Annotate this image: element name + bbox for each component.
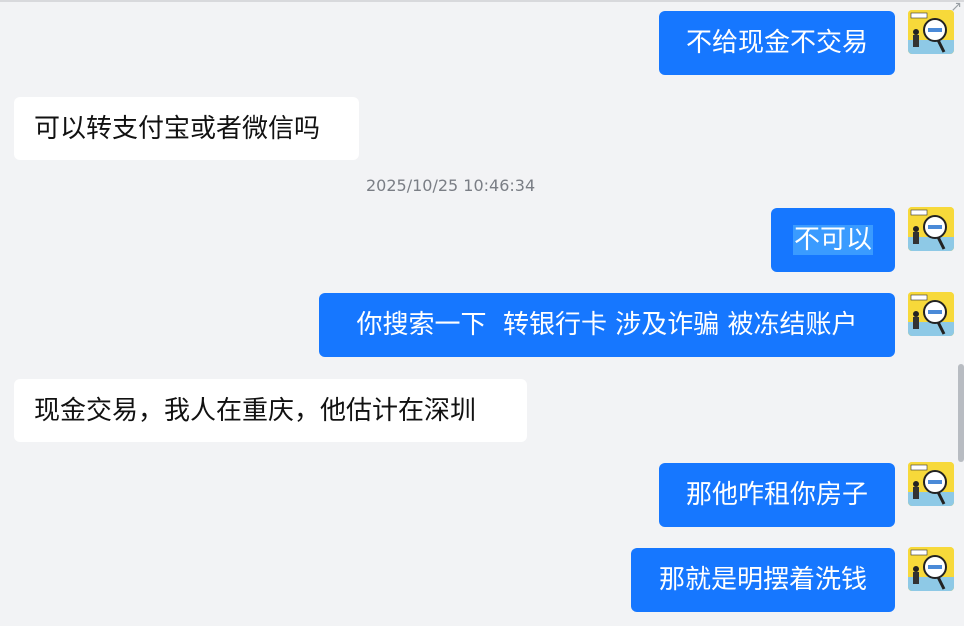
cartoon-magnifier-avatar-icon [908,10,954,54]
outgoing-message-bubble[interactable]: 不可以 [771,208,895,272]
avatar[interactable] [908,462,954,506]
message-text: 你搜索一下 转银行卡 涉及诈骗 被冻结账户 [356,310,858,340]
cartoon-magnifier-avatar-icon [908,462,954,506]
incoming-message-bubble[interactable]: 现金交易，我人在重庆，他估计在深圳 [14,379,527,442]
avatar[interactable] [908,10,954,54]
avatar[interactable] [908,547,954,591]
outgoing-message-bubble[interactable]: 那就是明摆着洗钱 [631,548,895,612]
avatar[interactable] [908,207,954,251]
avatar[interactable] [908,292,954,336]
cartoon-magnifier-avatar-icon [908,207,954,251]
outgoing-message-bubble[interactable]: 你搜索一下 转银行卡 涉及诈骗 被冻结账户 [319,293,895,357]
message-text: 可以转支付宝或者微信吗 [34,113,321,144]
outgoing-message-bubble[interactable]: 不给现金不交易 [659,11,895,75]
message-timestamp: 2025/10/25 10:46:34 [366,176,536,195]
scrollbar-track[interactable] [956,0,964,626]
cartoon-magnifier-avatar-icon [908,547,954,591]
selected-message-text[interactable]: 不可以 [792,225,873,255]
message-text: 那他咋租你房子 [685,480,868,510]
outgoing-message-bubble[interactable]: 那他咋租你房子 [659,463,895,527]
message-text: 不给现金不交易 [685,28,868,58]
message-text: 那就是明摆着洗钱 [658,565,867,595]
scrollbar-thumb[interactable] [958,364,964,462]
cartoon-magnifier-avatar-icon [908,292,954,336]
window-top-border [0,0,964,5]
message-text: 现金交易，我人在重庆，他估计在深圳 [34,395,477,426]
incoming-message-bubble[interactable]: 可以转支付宝或者微信吗 [14,97,359,160]
